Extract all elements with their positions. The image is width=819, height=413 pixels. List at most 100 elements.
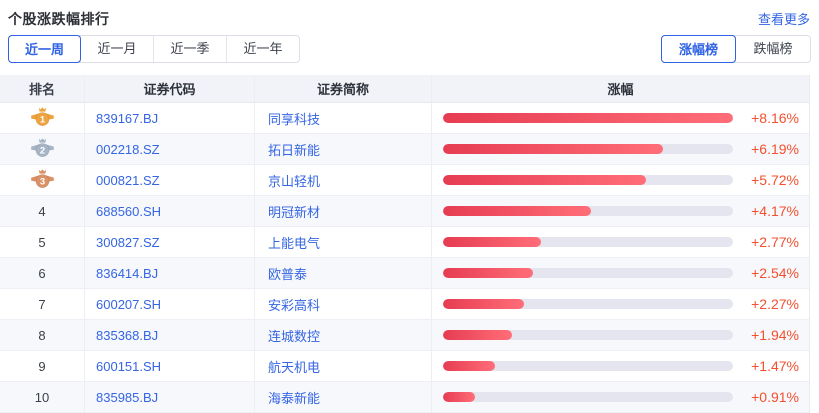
name-cell: 欧普泰: [255, 258, 432, 288]
view-more-link[interactable]: 查看更多: [758, 9, 810, 28]
svg-text:1: 1: [39, 115, 45, 126]
change-value: +1.94%: [751, 327, 799, 343]
change-cell: +8.16%: [432, 103, 809, 133]
period-tab-group: 近一周 近一月 近一季 近一年: [8, 35, 300, 63]
code-cell: 600151.SH: [85, 351, 255, 381]
column-header-rank: 排名: [0, 75, 85, 102]
change-bar-track: [443, 206, 733, 216]
stock-name-link[interactable]: 同享科技: [268, 109, 320, 128]
name-cell: 上能电气: [255, 227, 432, 257]
change-bar-fill: [443, 268, 534, 278]
table-row: 5 300827.SZ 上能电气 +2.77%: [0, 227, 809, 258]
rank-number: 9: [38, 358, 46, 374]
change-cell: +1.47%: [432, 351, 809, 381]
stock-code-link[interactable]: 839167.BJ: [96, 111, 158, 126]
name-cell: 安彩高科: [255, 289, 432, 319]
period-tab-2[interactable]: 近一季: [153, 36, 226, 62]
name-cell: 连城数控: [255, 320, 432, 350]
change-bar-fill: [443, 113, 733, 123]
period-tab-1[interactable]: 近一月: [80, 36, 153, 62]
stock-code-link[interactable]: 600151.SH: [96, 359, 161, 374]
change-cell: +2.77%: [432, 227, 809, 257]
stock-code-link[interactable]: 000821.SZ: [96, 173, 160, 188]
board-tab-0[interactable]: 涨幅榜: [661, 35, 736, 63]
stock-name-link[interactable]: 明冠新材: [268, 202, 320, 221]
table-header-row: 排名 证券代码 证券简称 涨幅: [0, 75, 809, 103]
stock-code-link[interactable]: 300827.SZ: [96, 235, 160, 250]
rank-cell: 4: [0, 196, 85, 226]
period-tab-0[interactable]: 近一周: [8, 35, 81, 63]
change-bar-track: [443, 392, 733, 402]
code-cell: 835368.BJ: [85, 320, 255, 350]
change-cell: +2.54%: [432, 258, 809, 288]
stock-code-link[interactable]: 835368.BJ: [96, 328, 158, 343]
code-cell: 688560.SH: [85, 196, 255, 226]
change-value: +2.77%: [751, 234, 799, 250]
stock-name-link[interactable]: 安彩高科: [268, 295, 320, 314]
change-cell: +2.27%: [432, 289, 809, 319]
change-cell: +1.94%: [432, 320, 809, 350]
stock-code-link[interactable]: 002218.SZ: [96, 142, 160, 157]
change-bar-track: [443, 299, 733, 309]
rank-cell: 6: [0, 258, 85, 288]
board-tab-group: 涨幅榜 跌幅榜: [661, 35, 811, 63]
change-bar-track: [443, 268, 733, 278]
stock-code-link[interactable]: 688560.SH: [96, 204, 161, 219]
stock-name-link[interactable]: 海泰新能: [268, 388, 320, 407]
table-row: 2 002218.SZ 拓日新能 +6.19%: [0, 134, 809, 165]
name-cell: 同享科技: [255, 103, 432, 133]
table-row: 6 836414.BJ 欧普泰 +2.54%: [0, 258, 809, 289]
change-value: +6.19%: [751, 141, 799, 157]
name-cell: 明冠新材: [255, 196, 432, 226]
rank-cell: 8: [0, 320, 85, 350]
rank-medal-silver-icon: 2: [30, 138, 54, 158]
rank-number: 8: [38, 327, 46, 343]
ranking-table: 排名 证券代码 证券简称 涨幅 1 839167.BJ 同享科技 +8.16% …: [0, 75, 810, 413]
stock-name-link[interactable]: 航天机电: [268, 357, 320, 376]
stock-code-link[interactable]: 600207.SH: [96, 297, 161, 312]
panel-header: 个股涨跌幅排行 查看更多: [0, 0, 819, 35]
change-bar-fill: [443, 206, 592, 216]
change-bar-fill: [443, 392, 476, 402]
stock-code-link[interactable]: 835985.BJ: [96, 390, 158, 405]
rank-cell: 3: [0, 165, 85, 195]
change-bar-track: [443, 237, 733, 247]
column-header-change: 涨幅: [607, 82, 634, 97]
change-value: +0.91%: [751, 389, 799, 405]
svg-text:3: 3: [39, 177, 44, 188]
change-value: +4.17%: [751, 203, 799, 219]
stock-name-link[interactable]: 拓日新能: [268, 140, 320, 159]
change-value: +1.47%: [751, 358, 799, 374]
stock-ranking-panel: 个股涨跌幅排行 查看更多 近一周 近一月 近一季 近一年 涨幅榜 跌幅榜 排名 证券代码…: [0, 0, 819, 413]
name-cell: 海泰新能: [255, 382, 432, 412]
change-bar-fill: [443, 299, 524, 309]
change-value: +2.27%: [751, 296, 799, 312]
change-cell: +5.72%: [432, 165, 809, 195]
change-cell: +6.19%: [432, 134, 809, 164]
board-tab-1[interactable]: 跌幅榜: [735, 36, 810, 62]
stock-name-link[interactable]: 欧普泰: [268, 264, 307, 283]
change-bar-track: [443, 361, 733, 371]
rank-number: 4: [38, 203, 46, 219]
rank-cell: 10: [0, 382, 85, 412]
rank-number: 6: [38, 265, 46, 281]
stock-name-link[interactable]: 连城数控: [268, 326, 320, 345]
change-bar-track: [443, 144, 733, 154]
stock-name-link[interactable]: 京山轻机: [268, 171, 320, 190]
change-value: +5.72%: [751, 172, 799, 188]
table-row: 3 000821.SZ 京山轻机 +5.72%: [0, 165, 809, 196]
period-tab-3[interactable]: 近一年: [226, 36, 299, 62]
change-bar-fill: [443, 144, 664, 154]
table-row: 1 839167.BJ 同享科技 +8.16%: [0, 103, 809, 134]
code-cell: 835985.BJ: [85, 382, 255, 412]
code-cell: 839167.BJ: [85, 103, 255, 133]
rank-number: 7: [38, 296, 46, 312]
change-bar-track: [443, 113, 733, 123]
name-cell: 拓日新能: [255, 134, 432, 164]
code-cell: 000821.SZ: [85, 165, 255, 195]
stock-name-link[interactable]: 上能电气: [268, 233, 320, 252]
rank-medal-gold-icon: 1: [30, 107, 54, 127]
stock-code-link[interactable]: 836414.BJ: [96, 266, 158, 281]
rank-number: 5: [38, 234, 46, 250]
change-value: +8.16%: [751, 110, 799, 126]
